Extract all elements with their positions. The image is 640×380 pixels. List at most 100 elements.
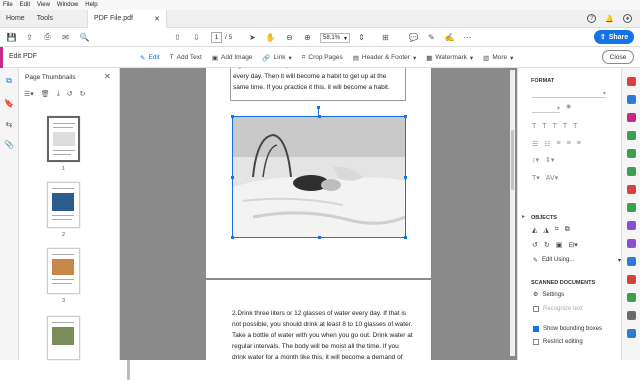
more-tools-icon[interactable]: ⋯ [462,32,473,43]
fit-page-icon[interactable]: ⇕ [356,32,367,43]
align-left-icon[interactable]: ≡ [557,140,561,148]
export-pdf-icon[interactable] [627,77,636,86]
comment-icon[interactable]: 💬 [408,32,419,43]
superscript-icon[interactable]: T [563,123,567,130]
save-icon[interactable]: 💾 [6,32,17,43]
settings-button[interactable]: ⚙ Settings [533,291,564,299]
sign-icon[interactable]: ✍ [444,32,455,43]
resize-handle[interactable] [404,236,407,239]
resize-handle[interactable] [231,176,234,179]
menu-edit[interactable]: Edit [20,2,30,8]
select-cursor-icon[interactable]: ➤ [247,32,258,43]
restrict-editing-option[interactable]: Restrict editing [533,339,583,345]
page-down-icon[interactable]: ⇩ [191,32,202,43]
help-icon[interactable]: ? [587,14,597,23]
attachment-icon[interactable]: 📎 [4,139,14,149]
collapse-panel-icon[interactable]: ▸ [522,213,525,220]
font-size-select[interactable]: ▾ [532,105,560,113]
subscript-icon[interactable]: T [573,123,577,130]
page-layout-icon[interactable]: ⊞ [380,32,391,43]
recognize-text-checkbox[interactable] [533,306,539,312]
print-production-icon[interactable] [627,293,636,302]
resize-handle[interactable] [231,236,234,239]
line-spacing-icon[interactable]: ↕▾ [532,156,539,164]
fill-sign-icon[interactable] [627,239,636,248]
rotate-left-icon[interactable]: ↺ [67,90,73,98]
flip-vertical-icon[interactable]: ◭ [532,226,537,234]
edit-pdf-icon[interactable] [627,113,636,122]
redact-icon[interactable] [627,185,636,194]
bedroom-image[interactable] [231,115,407,239]
edit-using-dropdown[interactable]: ✎ Edit Using... ▾ [533,257,621,264]
menu-view[interactable]: View [37,2,50,8]
zoom-out-icon[interactable]: ⊖ [284,32,295,43]
tab-tools[interactable]: Tools [31,10,59,28]
resize-handle[interactable] [318,236,321,239]
watermark-button[interactable]: ▦ Watermark ▾ [426,54,473,62]
upload-icon[interactable]: ⇪ [24,32,35,43]
zoom-select[interactable]: 58.1% ▾ [320,33,350,43]
header-footer-button[interactable]: ▤ Header & Footer ▾ [353,54,416,62]
italic-icon[interactable]: T [542,123,546,130]
add-image-button[interactable]: ▣ Add Image [212,54,253,62]
text-block-2[interactable]: 2.Drink three liters or 12 glasses of wa… [232,308,414,360]
arrange-icon[interactable]: ⧉ [565,226,570,234]
add-text-button[interactable]: T Add Text [170,54,202,61]
thumbnails-icon[interactable]: ⧉ [4,76,14,86]
more-tools-rail-icon[interactable] [627,311,636,320]
zoom-in-icon[interactable]: ⊕ [302,32,313,43]
close-button[interactable]: Close [602,50,634,64]
rotate-right-icon[interactable]: ↻ [544,241,550,249]
align-objects-icon[interactable]: ⊟▾ [568,241,577,249]
scan-ocr-icon[interactable] [627,203,636,212]
hand-tool-icon[interactable]: ✋ [265,32,276,43]
bookmark-icon[interactable]: 🔖 [4,98,14,108]
create-pdf-icon[interactable] [627,95,636,104]
thumbnail-page-2[interactable] [47,182,80,228]
menu-window[interactable]: Window [57,2,78,8]
recognize-text-option[interactable]: Recognize text [533,306,583,312]
combine-files-icon[interactable] [627,149,636,158]
close-icon[interactable]: ✕ [104,72,111,81]
align-center-icon[interactable]: ≡ [567,140,571,148]
bold-icon[interactable]: T [532,123,536,130]
email-icon[interactable]: ✉ [60,32,71,43]
thumbnail-page-1[interactable] [47,116,80,162]
thumbnail-page-4[interactable] [47,316,80,360]
numbered-list-icon[interactable]: ☷ [544,140,550,148]
align-right-icon[interactable]: ≡ [577,140,581,148]
pen-icon[interactable]: ✎ [426,32,437,43]
rotate-left-icon[interactable]: ↺ [532,241,538,249]
show-bounding-boxes-checkbox[interactable] [533,326,539,332]
menu-help[interactable]: Help [85,2,97,8]
thumbnail-page-3[interactable] [47,248,80,294]
account-icon[interactable]: ● [623,14,632,23]
link-button[interactable]: 🔗 Link ▾ [262,54,291,62]
share-button[interactable]: ⇧ Share [594,30,634,44]
tab-home[interactable]: Home [0,10,31,28]
page-up-icon[interactable]: ⇧ [172,32,183,43]
text-block-1[interactable]: eight hours of sleep a month. Go to bed … [230,68,406,101]
underline-icon[interactable]: T [553,123,557,130]
restrict-editing-checkbox[interactable] [533,339,539,345]
organize-pages-icon[interactable] [627,167,636,176]
resize-handle[interactable] [404,115,407,118]
edit-tool-button[interactable]: ✎ Edit [140,54,160,62]
bullet-list-icon[interactable]: ☰ [532,140,538,148]
notifications-icon[interactable]: 🔔 [605,15,614,23]
tab-document[interactable]: PDF File.pdf ✕ [87,9,168,28]
more-button[interactable]: ▥ More ▾ [483,54,513,62]
search-icon[interactable]: 🔍 [79,32,90,43]
rotate-right-icon[interactable]: ↻ [80,90,86,98]
crop-pages-button[interactable]: ⌗ Crop Pages [302,54,343,62]
show-bounding-boxes-option[interactable]: Show bounding boxes [533,326,602,332]
resize-handle[interactable] [231,115,234,118]
extract-icon[interactable]: ⤓ [57,90,60,98]
paragraph-spacing-icon[interactable]: ⇕▾ [545,156,554,164]
char-spacing-icon[interactable]: AV▾ [546,174,558,182]
options-icon[interactable]: ☰▾ [24,90,34,98]
resize-handle[interactable] [404,176,407,179]
font-select[interactable]: ▾ [532,90,606,98]
comment-tool-icon[interactable] [627,131,636,140]
send-for-signature-icon[interactable] [627,257,636,266]
